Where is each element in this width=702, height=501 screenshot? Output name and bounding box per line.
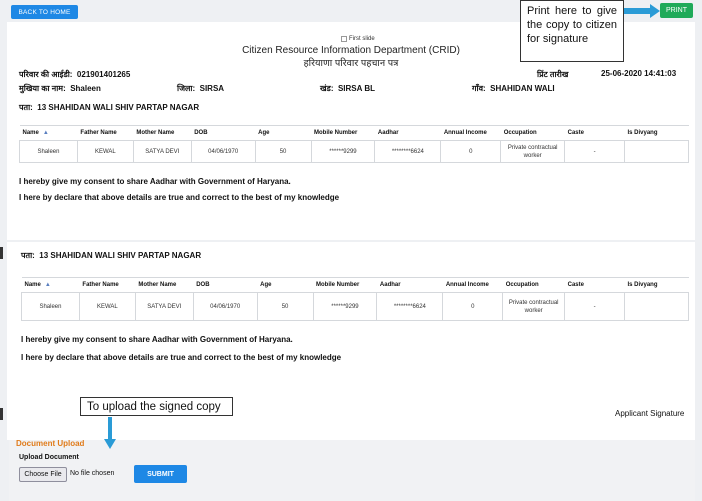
column-header-annual-income: Annual Income [442, 277, 503, 293]
column-header-name[interactable]: Name ▲ [21, 277, 80, 293]
print-button[interactable]: PRINT [660, 3, 693, 18]
choose-file-button[interactable]: Choose File [19, 467, 67, 482]
cell-occupation: Private contractual worker [500, 140, 566, 163]
print-date: 25-06-2020 14:41:03 [601, 69, 677, 78]
table-row: Shaleen KEWAL SATYA DEVI 04/06/1970 50 *… [19, 140, 689, 163]
family-members-table: Name ▲ Father Name Mother Name DOB Age Mo… [19, 125, 689, 163]
column-header-age: Age [257, 277, 313, 293]
submit-button[interactable]: SUBMIT [134, 465, 187, 483]
arrow-right-icon [624, 4, 660, 18]
cell-aadhar: ********6624 [374, 140, 442, 163]
cell-father-name: KEWAL [78, 292, 136, 321]
arrow-down-icon [104, 417, 116, 449]
cell-age: 50 [256, 292, 314, 321]
table-row: Shaleen KEWAL SATYA DEVI 04/06/1970 50 *… [21, 292, 689, 321]
print-date-label: प्रिंट तारीख [537, 70, 569, 79]
cell-aadhar: ********6624 [376, 292, 444, 321]
upload-instruction-callout: To upload the signed copy [80, 397, 233, 416]
column-header-annual-income: Annual Income [440, 125, 501, 141]
column-header-mobile: Mobile Number [311, 125, 375, 141]
cell-occupation: Private contractual worker [502, 292, 566, 321]
address: पता: 13 SHAHIDAN WALI SHIV PARTAP NAGAR [19, 103, 200, 112]
cell-mobile: ******9299 [312, 292, 378, 321]
broken-image-icon [341, 36, 347, 42]
declaration-statement: I here by declare that above details are… [21, 353, 342, 362]
cell-father-name: KEWAL [76, 140, 134, 163]
column-header-caste: Caste [564, 277, 625, 293]
column-header-age: Age [255, 125, 311, 141]
column-header-divyang: Is Divyang [624, 125, 689, 141]
consent-statement: I hereby give my consent to share Aadhar… [19, 177, 291, 186]
cell-mobile: ******9299 [310, 140, 376, 163]
family-members-table: Name ▲ Father Name Mother Name DOB Age Mo… [21, 277, 689, 321]
table-header-row: Name ▲ Father Name Mother Name DOB Age Mo… [19, 125, 689, 141]
block: खंड: SIRSA BL [320, 84, 375, 93]
cell-dob: 04/06/1970 [190, 140, 256, 163]
print-instruction-callout: Print here to give the copy to citizen f… [520, 0, 624, 62]
cell-dob: 04/06/1970 [192, 292, 258, 321]
logo-alt-text: First slide [349, 36, 375, 42]
file-status-text: No file chosen [70, 470, 115, 477]
column-header-mother-name: Mother Name [135, 277, 194, 293]
cell-name: Shaleen [19, 140, 78, 163]
consent-statement: I hereby give my consent to share Aadhar… [21, 335, 293, 344]
village: गाँव: SHAHIDAN WALI [472, 84, 555, 93]
column-header-occupation: Occupation [502, 277, 565, 293]
head-of-family: मुखिया का नाम: Shaleen [19, 84, 101, 93]
address: पता: 13 SHAHIDAN WALI SHIV PARTAP NAGAR [21, 251, 202, 260]
column-header-father-name: Father Name [77, 125, 134, 141]
applicant-signature-label: Applicant Signature [615, 409, 685, 418]
sort-asc-icon[interactable]: ▲ [45, 282, 51, 288]
column-header-mobile: Mobile Number [313, 277, 377, 293]
column-header-divyang: Is Divyang [624, 277, 689, 293]
back-to-home-button[interactable]: BACK TO HOME [11, 5, 78, 19]
cell-annual-income: 0 [440, 140, 502, 163]
column-header-caste: Caste [564, 125, 625, 141]
table-header-row: Name ▲ Father Name Mother Name DOB Age Mo… [21, 277, 689, 293]
column-header-dob: DOB [193, 277, 258, 293]
page-marker [0, 247, 3, 259]
cell-divyang [624, 292, 689, 321]
cell-annual-income: 0 [442, 292, 504, 321]
cell-mother-name: SATYA DEVI [134, 292, 194, 321]
cell-mother-name: SATYA DEVI [132, 140, 192, 163]
upload-document-label: Upload Document [19, 454, 79, 461]
department-logo: First slide [341, 36, 375, 42]
cell-name: Shaleen [21, 292, 80, 321]
family-id: परिवार की आईडी: 021901401265 [19, 70, 131, 79]
cell-caste: - [564, 140, 625, 163]
column-header-dob: DOB [191, 125, 256, 141]
column-header-aadhar: Aadhar [374, 125, 441, 141]
column-header-name[interactable]: Name ▲ [19, 125, 78, 141]
column-header-father-name: Father Name [79, 277, 136, 293]
column-header-aadhar: Aadhar [376, 277, 443, 293]
sort-asc-icon[interactable]: ▲ [43, 130, 49, 136]
district: जिला: SIRSA [177, 84, 225, 93]
document-upload-title: Document Upload [16, 439, 85, 448]
column-header-occupation: Occupation [500, 125, 565, 141]
cell-caste: - [564, 292, 625, 321]
declaration-statement: I here by declare that above details are… [19, 193, 340, 202]
cell-divyang [624, 140, 689, 163]
column-header-mother-name: Mother Name [133, 125, 192, 141]
page-marker [0, 408, 3, 420]
cell-age: 50 [254, 140, 312, 163]
